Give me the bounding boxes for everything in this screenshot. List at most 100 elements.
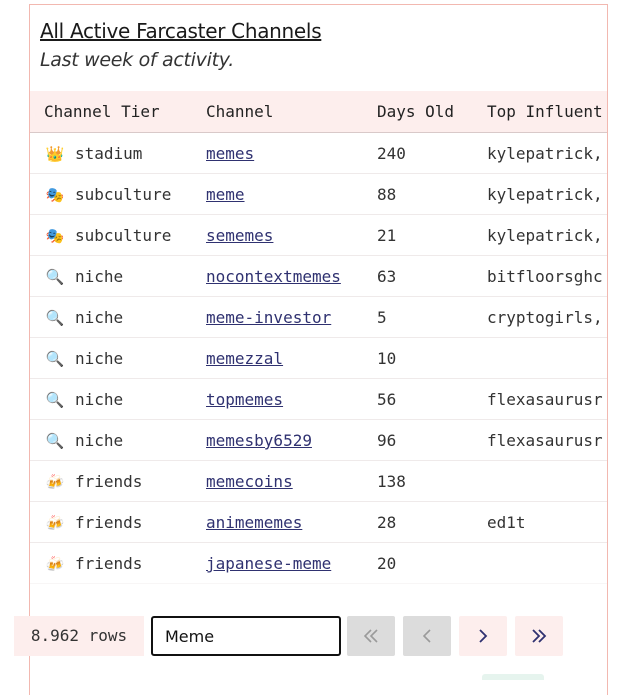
channel-cell: meme-investor [206,297,331,338]
channel-tier-label: stadium [75,144,143,163]
channel-cell: memezzal [206,338,283,379]
days-old-cell: 56 [377,390,397,409]
channel-cell: topmemes [206,379,283,420]
table-fade-overlay [30,575,607,601]
column-header-channel-tier[interactable]: Channel Tier [44,91,160,132]
channel-tier-label: friends [75,554,143,573]
page-subtitle: Last week of activity. [40,49,234,71]
channel-tier-cell: 🔍 niche [44,256,124,297]
channel-tier-label: niche [75,308,124,327]
channel-cell: nocontextmemes [206,256,341,297]
magnifier-icon: 🔍 [45,268,65,286]
top-influencers-cell: kylepatrick, [487,144,603,163]
channel-cell: meme [206,174,245,215]
table-row[interactable]: 🎭 subculture meme 88 kylepatrick, [30,174,607,215]
channel-tier-label: subculture [75,226,172,245]
table-header-row: Channel Tier Channel Days Old Top Influe… [30,91,607,133]
theater-masks-icon: 🎭 [45,186,65,204]
channel-cell: memes [206,133,254,174]
channels-table: Channel Tier Channel Days Old Top Influe… [30,91,607,599]
channel-link[interactable]: sememes [206,226,273,245]
channel-tier-cell: 🍻 friends [44,461,143,502]
table-row[interactable]: 🔍 niche meme-investor 5 cryptogirls, [30,297,607,338]
channel-tier-cell: 🍻 friends [44,502,143,543]
channel-link[interactable]: memesby6529 [206,431,312,450]
column-header-days-old[interactable]: Days Old [377,91,454,132]
top-influencers-cell: flexasaurusr [487,390,603,409]
days-old-cell: 28 [377,513,397,532]
top-influencers-cell: cryptogirls, [487,308,603,327]
channel-cell: memecoins [206,461,293,502]
table-row[interactable]: 🍻 friends memecoins 138 [30,461,607,502]
channel-link[interactable]: memes [206,144,254,163]
channel-tier-cell: 🎭 subculture [44,174,172,215]
days-old-cell: 88 [377,185,397,204]
channel-tier-cell: 🔍 niche [44,338,124,379]
channel-link[interactable]: animememes [206,513,302,532]
channel-link[interactable]: nocontextmemes [206,267,341,286]
table-row[interactable]: 🎭 subculture sememes 21 kylepatrick, [30,215,607,256]
channel-tier-label: niche [75,349,124,368]
channel-tier-label: niche [75,390,124,409]
days-old-cell: 138 [377,472,406,491]
table-row[interactable]: 👑 stadium memes 240 kylepatrick, [30,133,607,174]
channel-link[interactable]: topmemes [206,390,283,409]
table-row[interactable]: 🔍 niche topmemes 56 flexasaurusr [30,379,607,420]
double-chevron-right-icon [532,629,547,643]
days-old-cell: 240 [377,144,406,163]
top-influencers-cell: flexasaurusr [487,431,603,450]
crown-icon: 👑 [45,145,65,163]
next-page-button[interactable] [459,616,507,656]
top-influencers-cell: kylepatrick, [487,185,603,204]
column-header-top-influencers[interactable]: Top Influent [487,91,603,132]
table-footer: 8.962 rows [14,616,574,656]
column-header-channel[interactable]: Channel [206,91,273,132]
search-input[interactable] [151,616,341,656]
channel-tier-cell: 🔍 niche [44,420,124,461]
first-page-button[interactable] [347,616,395,656]
last-page-button[interactable] [515,616,563,656]
previous-page-button[interactable] [403,616,451,656]
days-old-cell: 10 [377,349,397,368]
channel-cell: sememes [206,215,273,256]
table-row[interactable]: 🍻 friends animememes 28 ed1t [30,502,607,543]
days-old-cell: 21 [377,226,397,245]
days-old-cell: 63 [377,267,397,286]
channel-cell: animememes [206,502,302,543]
theater-masks-icon: 🎭 [45,227,65,245]
channel-tier-label: niche [75,267,124,286]
table-row[interactable]: 🔍 niche memesby6529 96 flexasaurusr [30,420,607,461]
cut-off-footer-element [16,674,56,680]
channel-tier-label: friends [75,513,143,532]
magnifier-icon: 🔍 [45,391,65,409]
top-influencers-cell: kylepatrick, [487,226,603,245]
days-old-cell: 5 [377,308,387,327]
beer-mugs-icon: 🍻 [45,473,65,491]
top-influencers-cell: ed1t [487,513,526,532]
magnifier-icon: 🔍 [45,350,65,368]
cut-off-badge [482,674,544,680]
chevron-left-icon [422,629,431,643]
channel-link[interactable]: memecoins [206,472,293,491]
row-count: 8.962 rows [14,616,144,656]
page-title: All Active Farcaster Channels [40,19,322,43]
channel-tier-label: friends [75,472,143,491]
channel-tier-label: niche [75,431,124,450]
magnifier-icon: 🔍 [45,309,65,327]
channel-link[interactable]: memezzal [206,349,283,368]
channel-link[interactable]: meme [206,185,245,204]
table-row[interactable]: 🔍 niche nocontextmemes 63 bitfloorsghc [30,256,607,297]
top-influencers-cell: bitfloorsghc [487,267,603,286]
magnifier-icon: 🔍 [45,432,65,450]
channel-tier-cell: 👑 stadium [44,133,143,174]
channel-cell: memesby6529 [206,420,312,461]
channel-link[interactable]: meme-investor [206,308,331,327]
beer-mugs-icon: 🍻 [45,514,65,532]
chevron-right-icon [479,629,488,643]
channel-link[interactable]: japanese-meme [206,554,331,573]
channel-tier-cell: 🎭 subculture [44,215,172,256]
table-row[interactable]: 🔍 niche memezzal 10 [30,338,607,379]
channels-card: All Active Farcaster Channels Last week … [29,4,608,695]
channel-tier-cell: 🔍 niche [44,297,124,338]
days-old-cell: 96 [377,431,397,450]
